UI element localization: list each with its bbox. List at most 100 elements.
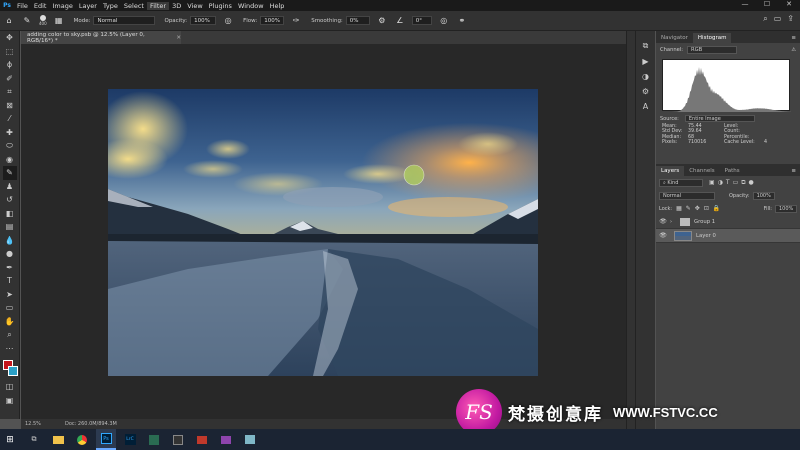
- visibility-eye-icon[interactable]: 👁: [656, 232, 670, 239]
- app-icon-teal[interactable]: [240, 429, 260, 450]
- character-panel-icon[interactable]: A: [643, 102, 648, 111]
- move-tool-icon[interactable]: ✥: [3, 31, 17, 45]
- crop-tool-icon[interactable]: ⌗: [3, 85, 17, 99]
- warning-icon[interactable]: ⚠: [791, 47, 796, 53]
- menu-edit[interactable]: Edit: [31, 2, 50, 10]
- eraser-tool-icon[interactable]: ◧: [3, 207, 17, 221]
- layer-opacity-field[interactable]: 100%: [752, 191, 775, 200]
- marquee-tool-icon[interactable]: ⬚: [3, 45, 17, 59]
- menu-image[interactable]: Image: [49, 2, 75, 10]
- tab-channels[interactable]: Channels: [684, 166, 719, 176]
- shape-tool-icon[interactable]: ▭: [3, 301, 17, 315]
- frame-tool-icon[interactable]: ⊠: [3, 99, 17, 113]
- menu-file[interactable]: File: [14, 2, 31, 10]
- file-explorer-icon[interactable]: [48, 429, 68, 450]
- menu-3d[interactable]: 3D: [169, 2, 184, 10]
- path-select-icon[interactable]: ➤: [3, 288, 17, 302]
- lasso-tool-icon[interactable]: ϕ: [3, 58, 17, 72]
- smoothing-gear-icon[interactable]: ⚙: [376, 15, 388, 27]
- chrome-icon[interactable]: [72, 429, 92, 450]
- zoom-level[interactable]: 12.5%: [21, 421, 51, 427]
- screen-mode-icon[interactable]: ▣: [3, 394, 17, 408]
- layer-row-image[interactable]: 👁 Layer 0: [656, 229, 800, 243]
- opacity-field[interactable]: 100%: [190, 16, 217, 25]
- type-tool-icon[interactable]: T: [3, 274, 17, 288]
- tab-navigator[interactable]: Navigator: [656, 33, 693, 43]
- panel-collapse-strip[interactable]: [626, 31, 635, 429]
- gradient-tool-icon[interactable]: ▤: [3, 220, 17, 234]
- brush-tool-icon[interactable]: ✎: [2, 166, 17, 180]
- app-icon-dark[interactable]: [168, 429, 188, 450]
- eyedropper-tool-icon[interactable]: ⁄: [3, 112, 17, 126]
- symmetry-icon[interactable]: ⚭: [456, 15, 468, 27]
- actions-panel-icon[interactable]: ▶: [642, 57, 648, 66]
- brush-tool-icon[interactable]: ✎: [21, 15, 33, 27]
- workspace-icon[interactable]: ▭: [774, 14, 782, 24]
- app-icon-red[interactable]: [192, 429, 212, 450]
- history-panel-icon[interactable]: ⧉: [643, 41, 649, 51]
- flow-field[interactable]: 100%: [260, 16, 285, 25]
- layer-row-group[interactable]: 👁 › Group 1: [656, 215, 800, 229]
- adjustments-panel-icon[interactable]: ◑: [642, 72, 649, 81]
- red-eye-icon[interactable]: ◉: [3, 153, 17, 167]
- menu-type[interactable]: Type: [100, 2, 121, 10]
- menu-layer[interactable]: Layer: [76, 2, 100, 10]
- maximize-icon[interactable]: ☐: [756, 0, 778, 8]
- hand-tool-icon[interactable]: ✋: [3, 315, 17, 329]
- airbrush-icon[interactable]: ✑: [290, 15, 302, 27]
- brush-settings-icon[interactable]: ▦: [53, 15, 65, 27]
- brush-preset-picker[interactable]: 400: [39, 15, 47, 26]
- source-select[interactable]: Entire Image: [684, 115, 755, 122]
- pen-tool-icon[interactable]: ✒: [3, 261, 17, 275]
- properties-panel-icon[interactable]: ⚙: [642, 87, 649, 96]
- home-icon[interactable]: ⌂: [3, 15, 15, 27]
- task-view-icon[interactable]: ⧉: [24, 429, 44, 450]
- document-tab[interactable]: adding color to sky.psb @ 12.5% (Layer 0…: [21, 31, 181, 44]
- history-brush-icon[interactable]: ↺: [3, 193, 17, 207]
- search-icon[interactable]: ⌕: [763, 14, 767, 24]
- mode-select[interactable]: Normal: [93, 16, 156, 25]
- fill-field[interactable]: 100%: [775, 204, 797, 213]
- background-color[interactable]: [7, 366, 18, 376]
- layer-filter-icons[interactable]: ▣◑T▭⧉●: [709, 179, 757, 187]
- menu-select[interactable]: Select: [121, 2, 147, 10]
- menu-filter[interactable]: Filter: [146, 1, 170, 10]
- quick-select-tool-icon[interactable]: ✐: [3, 72, 17, 86]
- blur-tool-icon[interactable]: 💧: [3, 234, 17, 248]
- windows-start-icon[interactable]: ⊞: [0, 429, 20, 450]
- menu-plugins[interactable]: Plugins: [206, 2, 235, 10]
- clone-stamp-icon[interactable]: ♟: [3, 180, 17, 194]
- document-canvas-image[interactable]: [108, 89, 538, 376]
- pressure-size-icon[interactable]: ◎: [438, 15, 450, 27]
- panel-menu-icon[interactable]: ≡: [787, 33, 800, 43]
- layer-filter-select[interactable]: ⌕ Kind: [659, 178, 703, 187]
- menu-window[interactable]: Window: [235, 2, 267, 10]
- patch-tool-icon[interactable]: ⬭: [3, 139, 17, 153]
- tab-paths[interactable]: Paths: [720, 166, 745, 176]
- tab-histogram[interactable]: Histogram: [692, 33, 732, 43]
- menu-view[interactable]: View: [184, 2, 205, 10]
- pressure-opacity-icon[interactable]: ◎: [222, 15, 234, 27]
- tab-layers[interactable]: Layers: [656, 166, 685, 176]
- smoothing-field[interactable]: 0%: [345, 16, 370, 25]
- app-icon-green[interactable]: [144, 429, 164, 450]
- zoom-tool-icon[interactable]: ⌕: [3, 328, 17, 342]
- lightroom-classic-icon[interactable]: LrC: [120, 429, 140, 450]
- blend-mode-select[interactable]: Normal: [659, 191, 715, 200]
- dodge-tool-icon[interactable]: ●: [3, 247, 17, 261]
- more-tools-icon[interactable]: ⋯: [3, 342, 17, 356]
- menu-help[interactable]: Help: [267, 2, 288, 10]
- healing-brush-icon[interactable]: ✚: [3, 126, 17, 140]
- share-icon[interactable]: ⇪: [787, 14, 794, 24]
- visibility-eye-icon[interactable]: 👁: [656, 218, 670, 225]
- close-icon[interactable]: ✕: [778, 0, 800, 8]
- lock-icons[interactable]: ▦✎✥⊡🔒: [676, 205, 724, 212]
- expand-chevron-icon[interactable]: ›: [670, 219, 672, 225]
- app-icon-purple[interactable]: [216, 429, 236, 450]
- color-swatches[interactable]: [2, 359, 18, 377]
- quick-mask-icon[interactable]: ◫: [3, 380, 17, 394]
- panel-menu-icon[interactable]: ≡: [787, 166, 800, 176]
- minimize-icon[interactable]: —: [734, 0, 756, 8]
- channel-select[interactable]: RGB: [687, 46, 738, 54]
- angle-field[interactable]: 0°: [411, 16, 432, 25]
